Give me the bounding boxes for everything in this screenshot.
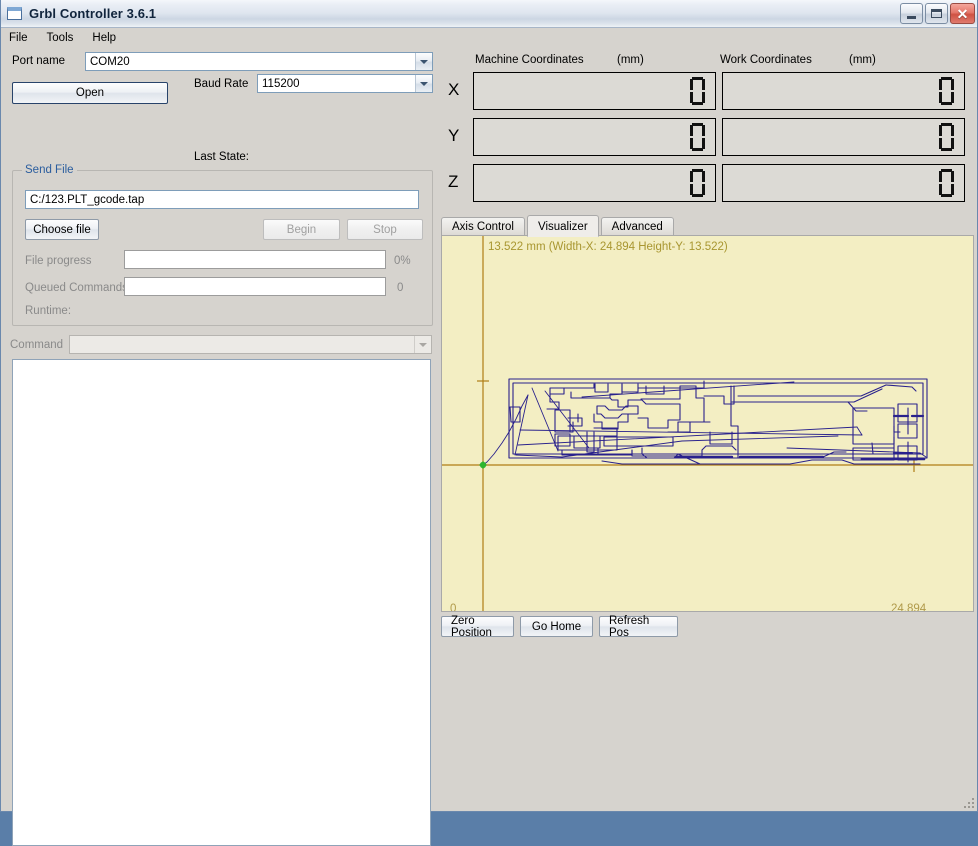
port-name-row: Port name <box>12 55 85 67</box>
window-icon <box>7 7 22 20</box>
port-name-label: Port name <box>12 55 66 67</box>
stop-button[interactable]: Stop <box>347 219 423 240</box>
machine-coordinate-x <box>473 72 716 110</box>
machine-coordinate-y <box>473 118 716 156</box>
machine-coordinate-z <box>473 164 716 202</box>
tab-advanced[interactable]: Advanced <box>600 217 674 236</box>
port-name-select[interactable]: COM20 <box>85 52 433 71</box>
application-window: Grbl Controller 3.6.1 ✕ File Tools Help … <box>0 0 978 846</box>
refresh-pos-button[interactable]: Refresh Pos <box>599 615 678 639</box>
machine-coordinate-y-value <box>690 123 705 151</box>
work-coordinates-header: Work Coordinates <box>720 54 812 66</box>
tab-axis-control[interactable]: Axis Control <box>441 217 525 236</box>
resize-grip[interactable] <box>961 795 974 808</box>
begin-button[interactable]: Begin <box>263 219 340 240</box>
work-coordinate-z <box>722 164 965 202</box>
chevron-down-icon[interactable] <box>414 336 431 353</box>
work-coordinate-x-value <box>939 77 954 105</box>
work-coordinate-y <box>722 118 965 156</box>
zero-position-button[interactable]: Zero Position <box>441 615 514 639</box>
work-coordinates-units: (mm) <box>849 54 876 66</box>
open-button[interactable]: Open <box>12 82 168 104</box>
work-coordinate-z-value <box>939 169 954 197</box>
machine-coordinates-header: Machine Coordinates <box>475 54 584 66</box>
queued-commands-value: 0 <box>397 282 404 294</box>
visualizer-x-max-label: 24.894 <box>891 603 927 612</box>
work-coordinate-y-value <box>939 123 954 151</box>
runtime-label: Runtime: <box>25 305 72 317</box>
machine-coordinate-z-value <box>690 169 705 197</box>
tab-strip: Axis Control Visualizer Advanced <box>441 214 676 237</box>
close-button[interactable]: ✕ <box>950 3 975 24</box>
send-file-group-title: Send File <box>22 164 77 176</box>
last-state-row: Last State: <box>194 151 255 163</box>
baud-rate-value: 115200 <box>262 77 300 90</box>
go-home-button[interactable]: Go Home <box>520 616 593 637</box>
visualizer-svg <box>442 236 973 611</box>
menu-bar: File Tools Help <box>1 28 977 48</box>
window-title: Grbl Controller 3.6.1 <box>29 6 157 21</box>
right-panel: Machine Coordinates (mm) Work Coordinate… <box>439 48 977 811</box>
choose-file-button[interactable]: Choose file <box>25 219 99 240</box>
title-bar: Grbl Controller 3.6.1 ✕ <box>1 0 977 28</box>
visualizer-action-bar: Zero Position Go Home Refresh Pos <box>441 615 678 639</box>
baud-rate-row: Baud Rate <box>194 78 248 90</box>
minimize-button[interactable] <box>900 3 923 24</box>
command-input[interactable] <box>69 335 432 354</box>
visualizer-canvas[interactable]: 13.522 mm (Width-X: 24.894 Height-Y: 13.… <box>441 235 974 612</box>
axis-label-z: Z <box>448 172 459 191</box>
left-panel: Port name COM20 Open Baud Rate 115200 La… <box>1 48 439 846</box>
file-progress-value: 0% <box>394 255 411 267</box>
menu-item-tools[interactable]: Tools <box>47 30 83 46</box>
machine-coordinate-x-value <box>690 77 705 105</box>
close-icon: ✕ <box>956 5 969 22</box>
file-progress-bar <box>124 250 386 269</box>
command-label: Command <box>10 339 64 351</box>
maximize-button[interactable] <box>925 3 948 24</box>
queued-commands-label: Queued Commands <box>25 282 128 294</box>
chevron-down-icon[interactable] <box>415 53 432 70</box>
file-path-input[interactable]: C:/123.PLT_gcode.tap <box>25 190 419 209</box>
chevron-down-icon[interactable] <box>415 75 432 92</box>
last-state-label: Last State: <box>194 151 249 163</box>
menu-item-file[interactable]: File <box>9 30 37 46</box>
port-name-value: COM20 <box>90 55 130 68</box>
visualizer-x-origin-label: 0 <box>450 603 457 612</box>
axis-label-x: X <box>448 80 460 99</box>
file-progress-label: File progress <box>25 255 92 267</box>
window-body: Port name COM20 Open Baud Rate 115200 La… <box>1 48 977 846</box>
baud-rate-label: Baud Rate <box>194 78 249 90</box>
visualizer-caption: 13.522 mm (Width-X: 24.894 Height-Y: 13.… <box>488 241 728 253</box>
axis-label-y: Y <box>448 126 460 145</box>
minimize-icon <box>907 15 916 19</box>
work-coordinate-x <box>722 72 965 110</box>
send-file-group: Send File C:/123.PLT_gcode.tap Choose fi… <box>12 164 433 326</box>
baud-rate-select[interactable]: 115200 <box>257 74 433 93</box>
menu-item-help[interactable]: Help <box>92 30 125 46</box>
tab-visualizer[interactable]: Visualizer <box>527 215 599 237</box>
console-output[interactable] <box>12 359 431 846</box>
machine-coordinates-units: (mm) <box>617 54 644 66</box>
queued-commands-bar <box>124 277 386 296</box>
maximize-icon <box>931 9 942 18</box>
